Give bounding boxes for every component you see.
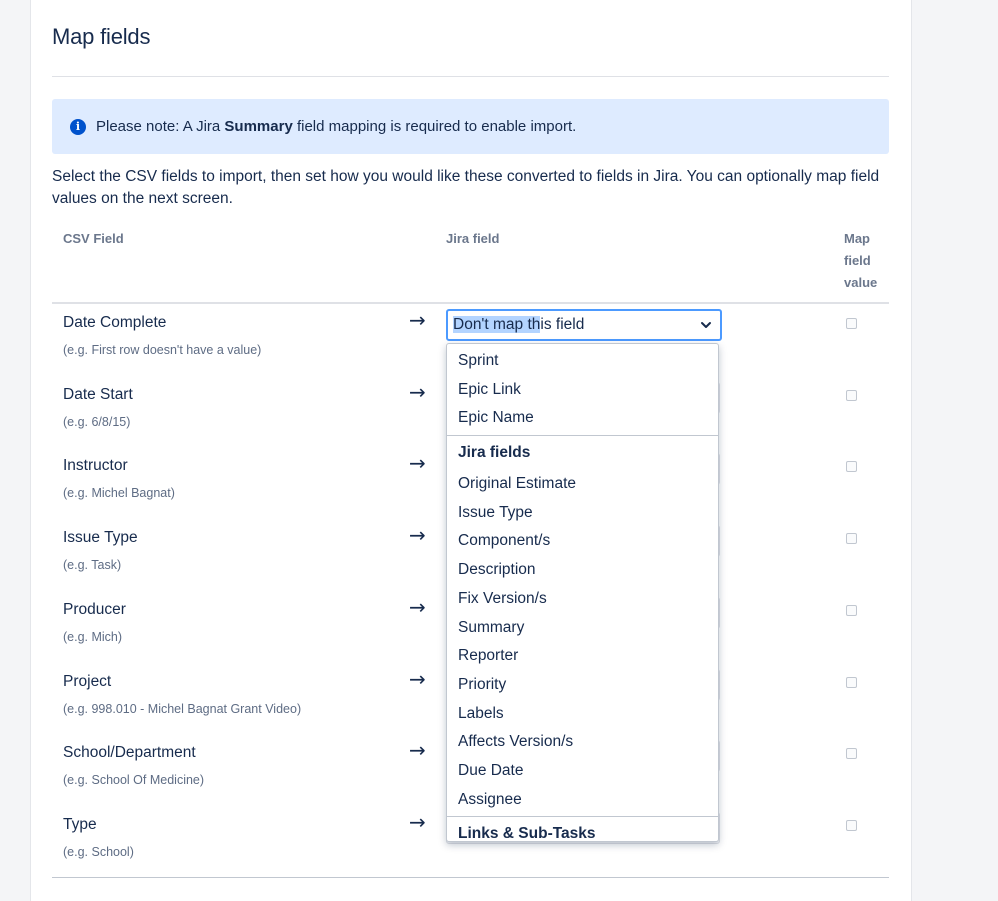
dropdown-option[interactable]: Sprint: [458, 352, 499, 370]
dropdown-divider: [447, 435, 718, 436]
divider-bottom: [52, 877, 889, 878]
csv-field-example: (e.g. 998.010 - Michel Bagnat Grant Vide…: [63, 702, 302, 716]
dropdown-option[interactable]: Priority: [458, 676, 506, 694]
dropdown-group-jira-fields: Jira fields: [458, 444, 531, 461]
arrow-right-icon: →: [409, 810, 426, 834]
map-field-value-checkbox[interactable]: [846, 748, 857, 759]
csv-field-example: (e.g. First row doesn't have a value): [63, 343, 262, 357]
arrow-right-icon: →: [409, 308, 426, 332]
page-gutter-right: [912, 0, 998, 901]
arrow-right-icon: →: [409, 380, 426, 404]
notice-text: Please note: A Jira Summary field mappin…: [96, 118, 576, 135]
csv-field-name: Producer: [63, 601, 126, 618]
dropdown-option[interactable]: Epic Link: [458, 381, 521, 399]
chevron-down-icon: [701, 322, 711, 328]
dropdown-option[interactable]: Fix Version/s: [458, 590, 547, 608]
dropdown-option[interactable]: Original Estimate: [458, 475, 576, 493]
map-field-value-checkbox[interactable]: [846, 533, 857, 544]
header-divider: [52, 302, 889, 304]
dropdown-option[interactable]: Issue Type: [458, 504, 533, 522]
map-field-value-checkbox[interactable]: [846, 318, 857, 329]
intro-text: Select the CSV fields to import, then se…: [52, 168, 880, 207]
page-title: Map fields: [52, 24, 151, 49]
select-value-highlighted: Don't map th: [453, 316, 541, 333]
dropdown-option[interactable]: Epic Name: [458, 409, 534, 427]
jira-field-dropdown-menu: Sprint Epic Link Epic Name Jira fields Origi…: [446, 343, 719, 842]
arrow-right-icon: →: [409, 595, 426, 619]
map-field-value-checkbox[interactable]: [846, 605, 857, 616]
info-notice: i Please note: A Jira Summary field mapp…: [52, 99, 889, 154]
map-field-value-checkbox[interactable]: [846, 390, 857, 401]
map-field-value-checkbox[interactable]: [846, 677, 857, 688]
arrow-right-icon: →: [409, 667, 426, 691]
dropdown-option[interactable]: Labels: [458, 705, 504, 723]
csv-field-name: School/Department: [63, 744, 196, 761]
arrow-right-icon: →: [409, 738, 426, 762]
dropdown-option[interactable]: Affects Version/s: [458, 733, 573, 751]
notice-bold: Summary: [224, 118, 293, 135]
jira-field-select-date-complete[interactable]: Don't map this field: [446, 309, 722, 341]
select-value: Don't map this field: [453, 316, 584, 334]
csv-field-example: (e.g. School Of Medicine): [63, 773, 205, 787]
csv-field-name: Date Complete: [63, 314, 167, 331]
csv-field-name: Project: [63, 673, 112, 690]
csv-field-example: (e.g. School): [63, 845, 134, 859]
select-value-rest: is field: [540, 316, 585, 333]
arrow-right-icon: →: [409, 451, 426, 475]
csv-field-name: Instructor: [63, 457, 128, 474]
notice-suffix: field mapping is required to enable impo…: [292, 118, 577, 135]
page-gutter-left: [0, 0, 30, 901]
column-header-csv-field: CSV Field: [63, 231, 124, 246]
dropdown-option[interactable]: Component/s: [458, 532, 550, 550]
notice-prefix: Please note: A Jira: [96, 118, 225, 135]
csv-field-example: (e.g. 6/8/15): [63, 415, 131, 429]
column-header-jira-field: Jira field: [446, 231, 500, 246]
divider: [52, 76, 889, 77]
csv-field-name: Issue Type: [63, 529, 138, 546]
dropdown-option[interactable]: Assignee: [458, 791, 522, 809]
arrow-right-icon: →: [409, 523, 426, 547]
csv-field-name: Date Start: [63, 386, 133, 403]
dropdown-divider: [447, 816, 718, 817]
map-field-value-checkbox[interactable]: [846, 820, 857, 831]
csv-field-example: (e.g. Task): [63, 558, 122, 572]
csv-field-example: (e.g. Michel Bagnat): [63, 486, 175, 500]
info-icon: i: [70, 118, 86, 135]
dropdown-option[interactable]: Due Date: [458, 762, 523, 780]
map-field-value-checkbox[interactable]: [846, 461, 857, 472]
dropdown-option[interactable]: Summary: [458, 619, 524, 637]
csv-field-example: (e.g. Mich): [63, 630, 123, 644]
dropdown-option[interactable]: Description: [458, 561, 536, 579]
dropdown-option[interactable]: Reporter: [458, 647, 518, 665]
csv-field-name: Type: [63, 816, 97, 833]
dropdown-group-links-sub-tasks: Links & Sub-Tasks: [458, 825, 596, 842]
column-header-map-field-value: Map field value: [844, 231, 878, 290]
